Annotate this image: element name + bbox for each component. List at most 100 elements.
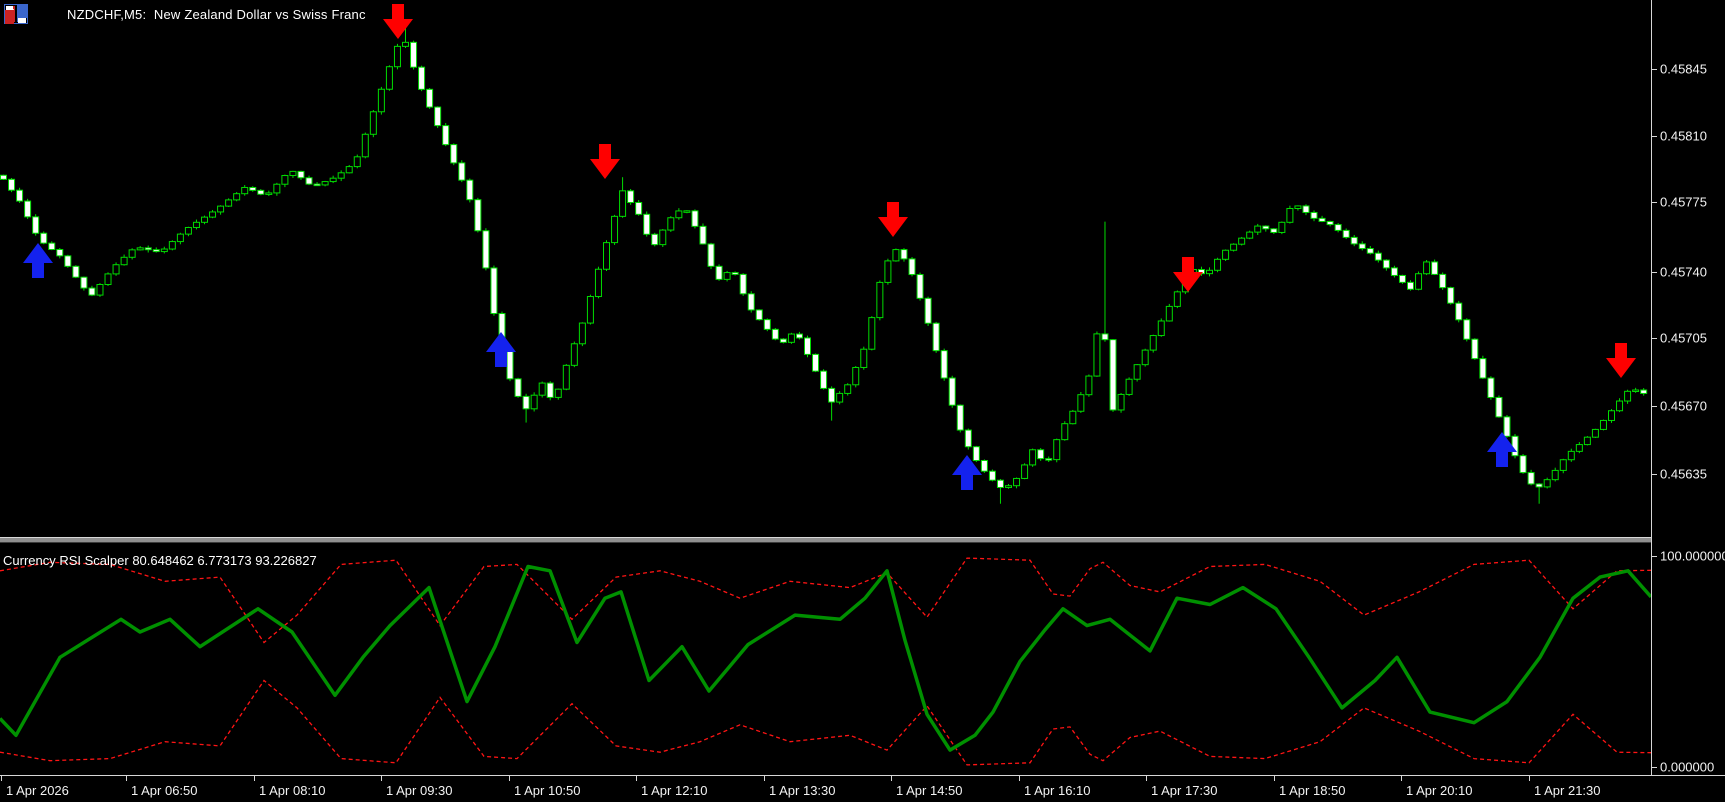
bear-candle: [1037, 449, 1045, 460]
bull-candle: [884, 260, 892, 283]
bear-candle: [458, 162, 466, 181]
bull-candle: [659, 229, 667, 246]
time-axis-tick: [1401, 775, 1402, 781]
bear-candle: [1519, 455, 1527, 474]
bull-candle: [1149, 335, 1157, 351]
bull-candle: [1069, 410, 1077, 425]
price-axis-tick: [1651, 474, 1657, 475]
bull-candle: [1053, 439, 1061, 461]
bull-candle: [345, 166, 353, 174]
bull-candle: [1254, 225, 1262, 233]
bull-candle: [1093, 333, 1101, 377]
bear-candle: [804, 337, 811, 355]
bear-candle: [482, 230, 490, 269]
sell-arrow-icon: [1173, 257, 1203, 292]
bear-candle: [1262, 225, 1270, 230]
bull-candle: [393, 45, 401, 68]
bull-candle: [1559, 459, 1567, 471]
bull-candle: [570, 343, 578, 366]
bull-candle: [603, 242, 610, 270]
bear-candle: [1358, 243, 1366, 250]
bull-candle: [723, 272, 731, 280]
indicator-subwindow-surface[interactable]: [0, 545, 1651, 775]
bull-candle: [683, 210, 691, 213]
price-axis-tick: [1651, 406, 1657, 407]
bull-candle: [1173, 291, 1181, 307]
bear-candle: [442, 125, 450, 146]
bear-candle: [410, 41, 418, 68]
bear-candle: [522, 395, 530, 410]
bull-candle: [225, 199, 233, 207]
price-axis-border: [1651, 0, 1652, 775]
bull-candle: [1567, 450, 1575, 461]
bear-candle: [1503, 416, 1511, 437]
bear-candle: [56, 248, 64, 257]
bull-candle: [136, 247, 144, 251]
bear-candle: [1270, 228, 1278, 233]
time-axis-tick: [891, 775, 892, 781]
bull-candle: [329, 177, 337, 183]
bull-candle: [1013, 477, 1021, 487]
bear-candle: [1390, 267, 1398, 276]
bear-candle: [964, 429, 972, 448]
rsi-green-solid: [0, 564, 1651, 752]
bear-candle: [1310, 211, 1318, 219]
price-axis-label: 0.45705: [1660, 330, 1707, 346]
bear-candle: [1407, 281, 1414, 290]
bull-candle: [1608, 410, 1615, 421]
bear-candle: [0, 174, 7, 180]
subwindow-separator[interactable]: [0, 537, 1651, 543]
bull-candle: [1423, 261, 1431, 275]
bear-candle: [1455, 302, 1463, 321]
indicator-label: Currency RSI Scalper 80.648462 6.773173 …: [3, 553, 317, 568]
bull-candle: [1575, 444, 1583, 452]
bull-candle: [369, 111, 377, 135]
bear-candle: [546, 382, 554, 398]
bull-candle: [868, 317, 876, 350]
bull-candle: [1005, 485, 1012, 488]
price-chart-surface[interactable]: [0, 0, 1651, 538]
bear-candle: [980, 460, 988, 472]
bear-candle: [313, 183, 321, 187]
bull-candle: [836, 392, 844, 403]
bear-candle: [506, 349, 514, 380]
bear-candle: [1640, 389, 1648, 394]
bear-candle: [1334, 224, 1342, 231]
bull-candle: [353, 156, 361, 168]
bear-candle: [755, 309, 763, 321]
bear-candle: [763, 319, 771, 330]
bear-candle: [1342, 229, 1350, 238]
bull-candle: [265, 192, 273, 195]
bull-candle: [554, 388, 562, 398]
bull-candle: [1141, 349, 1149, 366]
bear-candle: [1350, 236, 1358, 245]
time-axis-label: 1 Apr 13:30: [769, 783, 836, 798]
price-axis-tick: [1651, 202, 1657, 203]
bull-candle: [1117, 393, 1125, 411]
bull-candle: [1021, 464, 1029, 479]
bear-candle: [466, 179, 474, 201]
bear-candle: [948, 377, 956, 406]
time-axis-label: 1 Apr 10:50: [514, 783, 581, 798]
bear-candle: [996, 479, 1004, 488]
bear-candle: [1382, 259, 1390, 269]
bull-candle: [128, 249, 136, 258]
bear-candle: [16, 189, 24, 202]
bull-candle: [1230, 243, 1238, 251]
bull-candle: [337, 172, 345, 179]
bull-candle: [611, 215, 619, 244]
bear-candle: [474, 199, 482, 232]
bull-candle: [192, 221, 200, 228]
time-axis-label: 1 Apr 16:10: [1024, 783, 1091, 798]
bull-candle: [1286, 207, 1294, 223]
bear-candle: [80, 276, 88, 289]
signal-arrows: [23, 4, 1636, 490]
bear-candle: [88, 287, 96, 296]
bull-candle: [1085, 375, 1093, 396]
bull-candle: [1214, 258, 1222, 271]
bull-candle: [385, 66, 393, 90]
bull-candle: [321, 181, 329, 186]
bear-candle: [514, 378, 522, 397]
bear-candle: [820, 370, 828, 389]
bear-candle: [72, 265, 80, 278]
